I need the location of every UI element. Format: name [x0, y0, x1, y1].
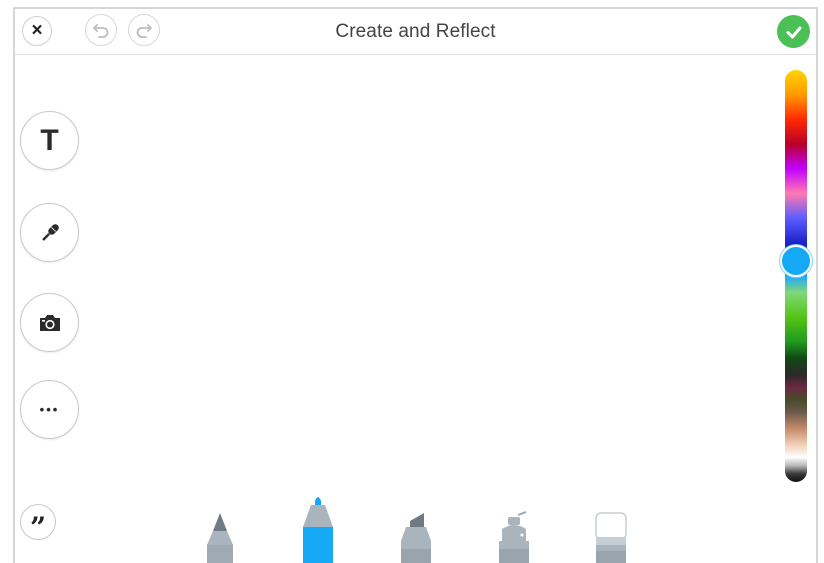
marker-icon[interactable] [300, 493, 336, 563]
undo-button[interactable] [85, 14, 117, 46]
quote-button[interactable]: ” [20, 504, 56, 544]
camera-button[interactable] [20, 293, 79, 352]
camera-icon [39, 314, 60, 331]
microphone-button[interactable] [20, 203, 79, 262]
more-icon: ••• [39, 402, 60, 417]
microphone-icon [41, 223, 59, 241]
undo-icon [93, 24, 109, 38]
text-tool-button[interactable]: T [20, 111, 79, 170]
spray-icon[interactable] [496, 511, 532, 563]
quote-icon: ” [29, 510, 47, 544]
close-button[interactable]: × [22, 16, 52, 46]
text-icon: T [40, 123, 59, 157]
eraser-icon[interactable] [594, 511, 628, 563]
canvas-frame [13, 7, 818, 563]
done-button[interactable] [777, 15, 810, 48]
close-icon: × [31, 20, 43, 41]
check-icon [786, 26, 801, 38]
highlighter-icon[interactable] [398, 511, 434, 563]
redo-button[interactable] [128, 14, 160, 46]
pencil-icon[interactable] [203, 511, 237, 563]
redo-icon [136, 24, 152, 38]
more-options-button[interactable]: ••• [20, 380, 79, 439]
color-selector-knob[interactable] [780, 245, 812, 277]
